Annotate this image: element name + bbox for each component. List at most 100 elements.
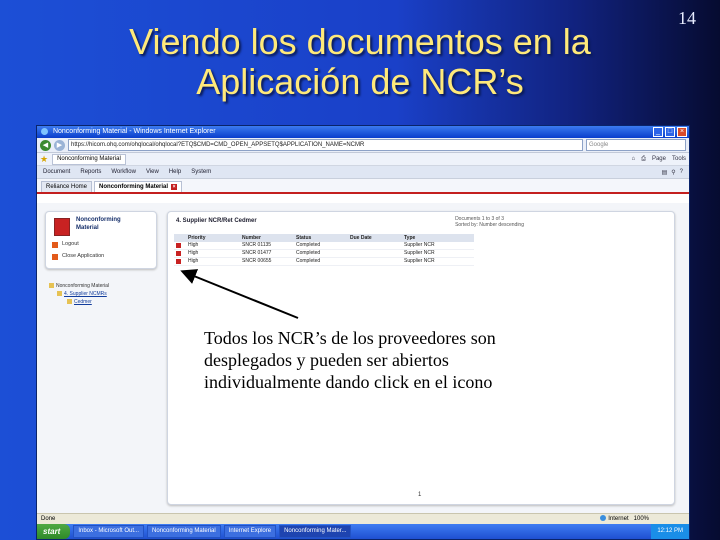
close-app-icon: [52, 254, 58, 260]
menu-reports[interactable]: Reports: [80, 169, 101, 175]
taskbar-item[interactable]: Nonconforming Mater...: [279, 525, 352, 538]
tab-label: Nonconforming Material: [99, 184, 169, 190]
ie-icon: [41, 127, 48, 135]
binoculars-icon[interactable]: ⚲: [671, 169, 675, 176]
cell-status: Completed: [296, 250, 321, 256]
app-name: Nonconforming Material: [76, 216, 146, 232]
globe-icon: [600, 515, 607, 522]
help-icon[interactable]: ?: [680, 169, 683, 176]
logout-icon: [52, 242, 58, 248]
start-button[interactable]: start: [37, 524, 71, 539]
column-header[interactable]: Due Date: [350, 234, 404, 242]
system-clock: 12:12 PM: [651, 524, 689, 539]
app-card: Nonconforming Material Logout Close Appl…: [45, 211, 157, 269]
slide-title-line1: Viendo los documentos en la: [129, 21, 591, 62]
command-bar: ⌂ ⎙ Page Tools: [632, 156, 686, 163]
open-document-icon[interactable]: [176, 259, 181, 264]
cell-status: Completed: [296, 242, 321, 248]
menu-system[interactable]: System: [191, 169, 211, 175]
navigation-tree: Nonconforming Material 4. Supplier NCMRs…: [45, 281, 157, 315]
cell-due-date: [350, 242, 404, 249]
taskbar-item[interactable]: Nonconforming Material: [147, 525, 221, 538]
zoom-level[interactable]: 100%: [634, 516, 649, 522]
app-name-line1: Nonconforming: [76, 217, 121, 223]
home-icon[interactable]: ⌂: [632, 156, 636, 163]
menu-help[interactable]: Help: [169, 169, 181, 175]
tree-child-label: 4. Supplier NCMRs: [64, 291, 107, 297]
logout-link[interactable]: Logout: [62, 241, 79, 247]
column-header[interactable]: Priority: [188, 234, 242, 242]
taskbar-item[interactable]: Internet Explore: [223, 525, 277, 538]
status-text: Done: [41, 516, 56, 522]
cell-due-date: [350, 258, 404, 265]
column-header[interactable]: Number: [242, 234, 296, 242]
back-button[interactable]: ◀: [40, 139, 51, 151]
forward-button[interactable]: ▶: [54, 139, 65, 151]
maximize-button[interactable]: □: [665, 127, 675, 137]
annotation-line1: Todos los NCR’s de los proveedores son: [204, 328, 496, 348]
cell-type: Supplier NCR: [404, 258, 435, 264]
url-field[interactable]: https://hicom.ohq.com/ohqlocal/ohqlocal?…: [68, 139, 583, 151]
page-menu[interactable]: Page: [652, 156, 666, 163]
folder-icon: [67, 299, 72, 305]
column-header[interactable]: Status: [296, 234, 350, 242]
table-row: High SNCR 01477 Completed Supplier NCR: [174, 250, 474, 258]
app-name-line2: Material: [76, 225, 99, 231]
menu-view[interactable]: View: [146, 169, 159, 175]
annotation-line3: individualmente dando click en el icono: [204, 372, 493, 392]
tree-leaf-label: Cedmer: [74, 299, 92, 305]
address-bar: ◀ ▶ https://hicom.ohq.com/ohqlocal/ohqlo…: [37, 138, 689, 153]
open-document-icon[interactable]: [176, 243, 181, 248]
cell-priority: High: [188, 242, 199, 248]
close-application-link[interactable]: Close Application: [62, 253, 104, 259]
icon-column-header: [174, 234, 188, 242]
tree-leaf[interactable]: Cedmer: [67, 299, 92, 305]
cell-number: SNCR 01135: [242, 242, 272, 248]
favorites-bar: ★ Nonconforming Material ⌂ ⎙ Page Tools: [37, 153, 689, 166]
favorites-star-icon[interactable]: ★: [40, 154, 48, 165]
menu-toolbar: ▤ ⚲ ?: [662, 169, 689, 176]
tools-menu[interactable]: Tools: [672, 156, 686, 163]
tab-nonconforming-material[interactable]: Nonconforming Material ×: [94, 181, 183, 192]
minimize-button[interactable]: _: [653, 127, 663, 137]
cell-priority: High: [188, 258, 199, 264]
open-document-icon[interactable]: [176, 251, 181, 256]
left-panel: Nonconforming Material Logout Close Appl…: [45, 211, 157, 315]
tree-root[interactable]: Nonconforming Material: [49, 283, 109, 289]
document-icon[interactable]: ▤: [662, 169, 668, 176]
status-bar: Done Internet 100%: [37, 513, 689, 524]
window-controls: _ □ ×: [653, 127, 687, 137]
close-button[interactable]: ×: [677, 127, 687, 137]
slide-title-line2: Aplicación de NCR’s: [196, 61, 524, 102]
print-icon[interactable]: ⎙: [641, 156, 646, 163]
window-title: Nonconforming Material - Windows Interne…: [52, 128, 216, 135]
cell-priority: High: [188, 250, 199, 256]
zone-label: Internet: [608, 516, 629, 522]
app-menubar: Document Reports Workflow View Help Syst…: [37, 166, 689, 179]
slide-title: Viendo los documentos en la Aplicación d…: [40, 22, 680, 102]
slide-page-number: 14: [678, 8, 696, 28]
menu-workflow[interactable]: Workflow: [111, 169, 136, 175]
browser-tab[interactable]: Nonconforming Material: [52, 153, 126, 165]
search-input[interactable]: Google: [586, 139, 686, 151]
folder-icon: [49, 283, 54, 289]
tree-root-label: Nonconforming Material: [56, 283, 110, 289]
sort-info: Sorted by: Number descending: [455, 222, 524, 228]
table-row: High SNCR 00655 Completed Supplier NCR: [174, 258, 474, 266]
zone-indicator: Internet 100%: [600, 514, 649, 524]
cell-status: Completed: [296, 258, 321, 264]
annotation-text: Todos los NCR’s de los proveedores son d…: [204, 327, 624, 393]
app-tabs: Reliance Home Nonconforming Material ×: [37, 179, 689, 194]
tab-reliance-home[interactable]: Reliance Home: [41, 181, 93, 192]
tree-child[interactable]: 4. Supplier NCMRs: [57, 291, 107, 297]
taskbar-item[interactable]: Inbox - Microsoft Out...: [73, 525, 145, 538]
taskbar: start Inbox - Microsoft Out... Nonconfor…: [37, 524, 689, 539]
column-header[interactable]: Type: [404, 234, 464, 242]
cell-number: SNCR 01477: [242, 250, 272, 256]
cell-number: SNCR 00655: [242, 258, 272, 264]
menu-document[interactable]: Document: [43, 169, 70, 175]
doc-info: Documents 1 to 3 of 3 Sorted by: Number …: [455, 216, 524, 228]
table-row: High SNCR 01135 Completed Supplier NCR: [174, 242, 474, 250]
pager[interactable]: 1: [418, 492, 421, 498]
close-tab-icon[interactable]: ×: [171, 184, 178, 190]
